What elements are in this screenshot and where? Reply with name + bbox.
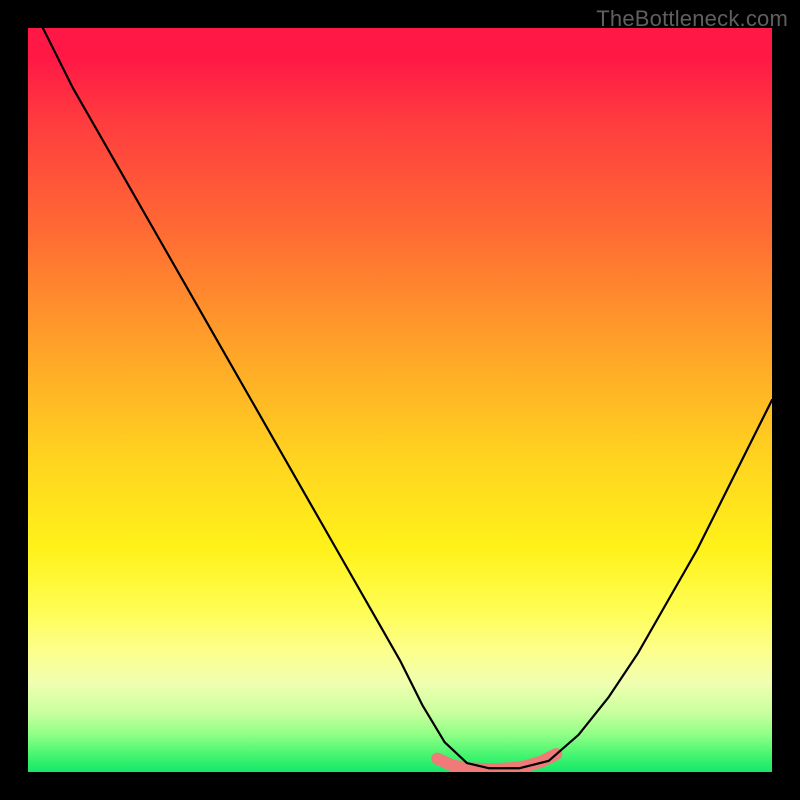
watermark-text: TheBottleneck.com: [596, 6, 788, 32]
plot-area: [28, 28, 772, 772]
chart-frame: TheBottleneck.com: [0, 0, 800, 800]
bottleneck-curve: [43, 28, 772, 768]
chart-svg: [28, 28, 772, 772]
optimal-zone-marker: [437, 754, 556, 769]
